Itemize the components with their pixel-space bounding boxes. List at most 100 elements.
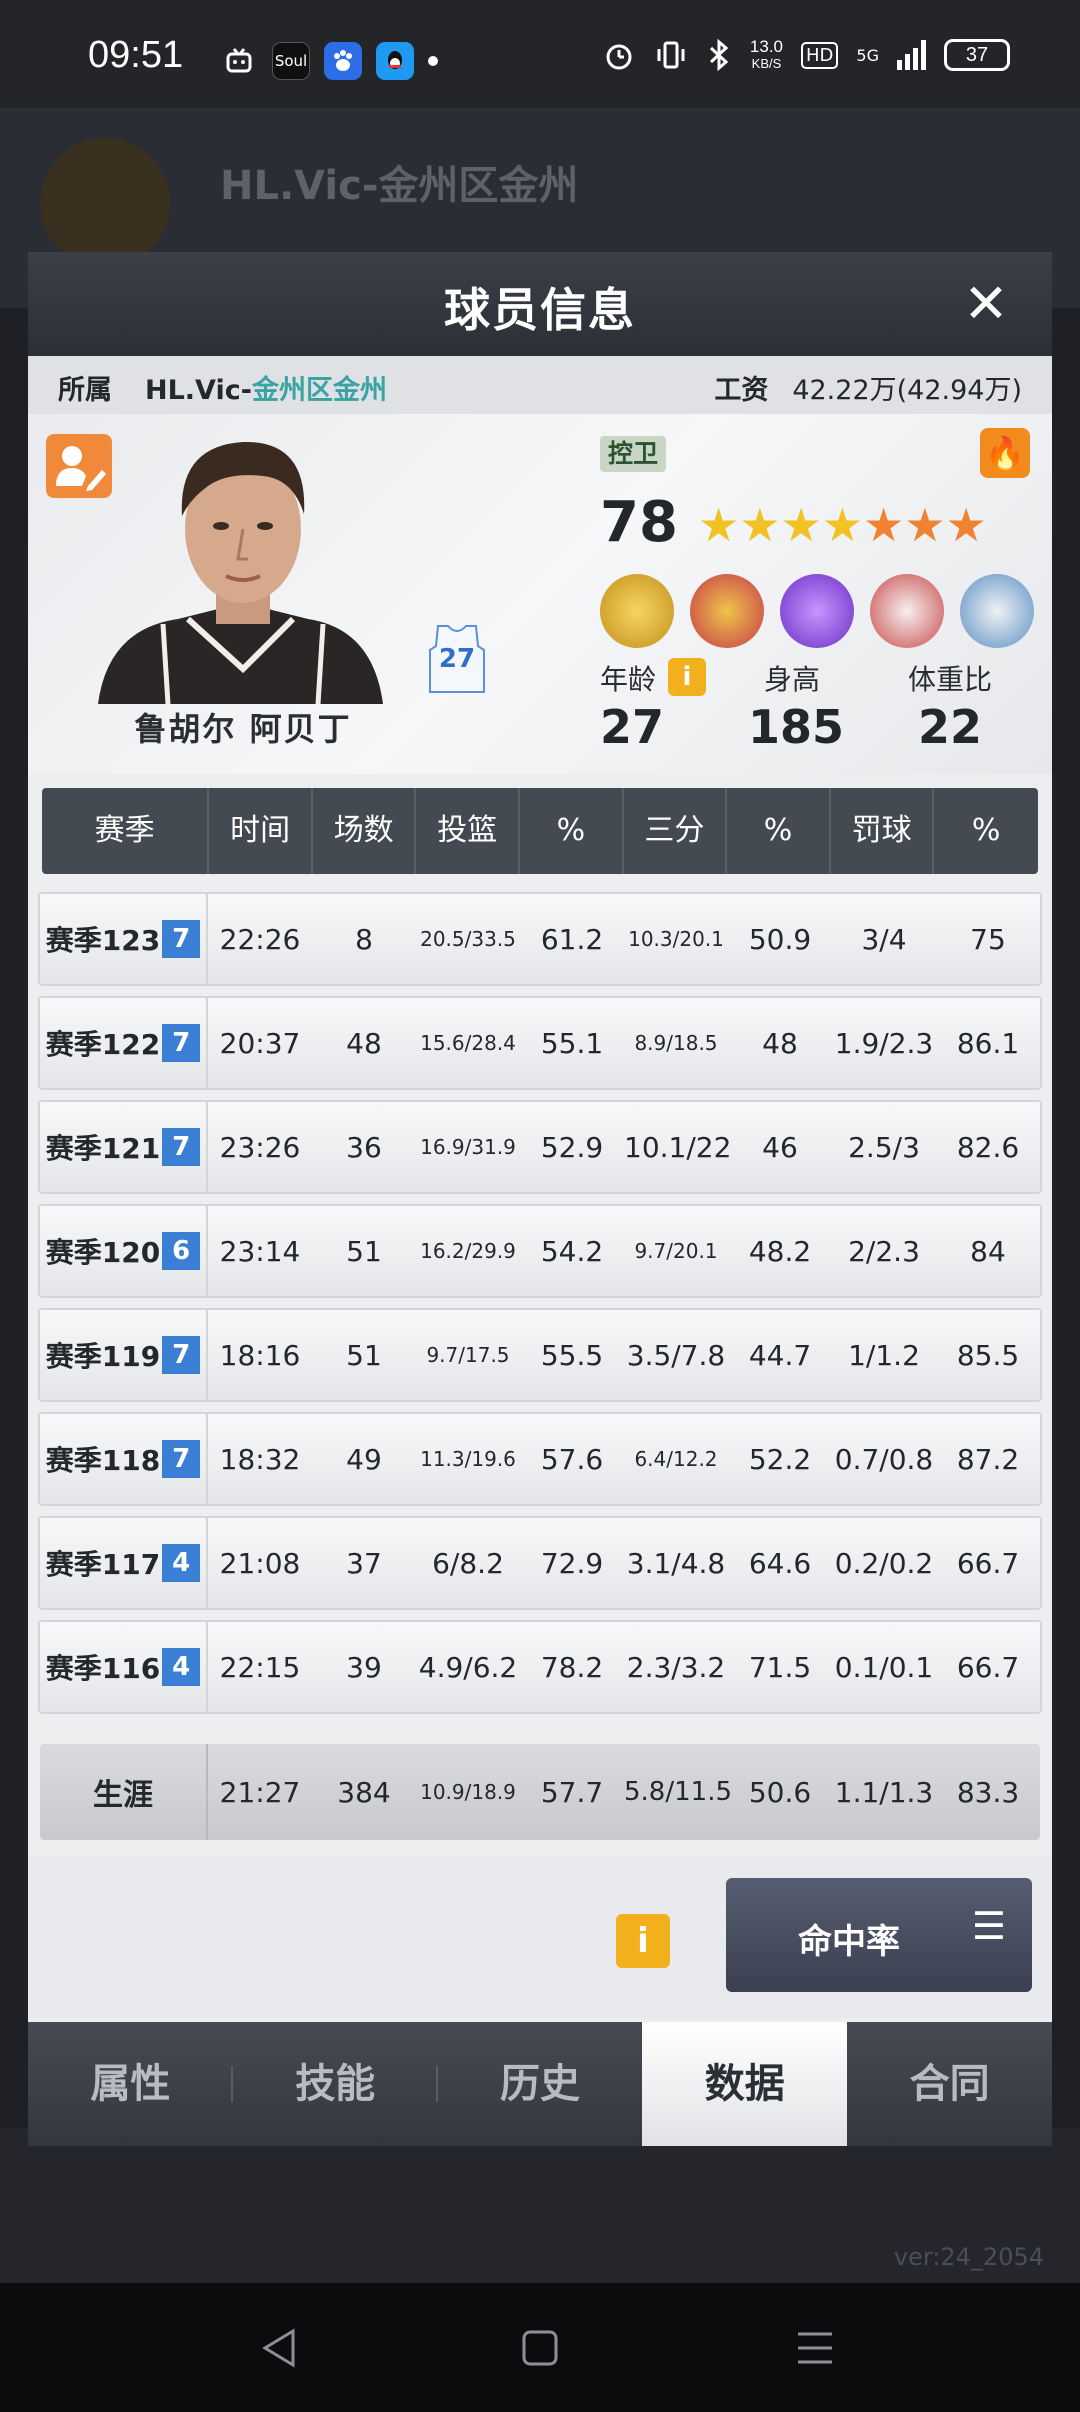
age-label: 年龄: [600, 663, 657, 696]
table-row[interactable]: 赛季117 4 21:08 37 6/8.2 72.9 3.1/4.8 64.6 0.2/0.2…: [38, 1516, 1042, 1610]
speed-badge-icon[interactable]: [780, 574, 854, 648]
header-fg-pct: %: [520, 788, 624, 874]
stats-table-header: 赛季 时间 场数 投篮 % 三分 % 罚球 %: [42, 788, 1038, 874]
table-row[interactable]: 赛季119 7 18:16 51 9.7/17.5 55.5 3.5/7.8 44.7 1/1.…: [38, 1308, 1042, 1402]
star-icon: ★: [904, 498, 946, 552]
career-ft-pct: 83.3: [956, 1775, 1020, 1809]
baidu-app-icon: [324, 42, 362, 80]
tab-skills[interactable]: 技能: [233, 2022, 438, 2146]
version-label: ver:24_2054: [893, 2243, 1044, 2271]
cell-ft-pct: 66.7: [956, 1650, 1020, 1684]
cell-fg: 11.3/19.6: [420, 1447, 516, 1471]
info-icon[interactable]: i: [668, 658, 706, 696]
alarm-icon: [606, 44, 632, 70]
scorer-badge-icon[interactable]: [600, 574, 674, 648]
info-icon[interactable]: i: [616, 1914, 670, 1968]
soul-app-icon: Soul: [272, 42, 310, 80]
modal-title: 球员信息: [444, 283, 636, 337]
cell-fg: 15.6/28.4: [420, 1031, 516, 1055]
table-row[interactable]: 赛季123 7 22:26 8 20.5/33.5 61.2 10.3/20.1 50.9 3/…: [38, 892, 1042, 986]
tab-history[interactable]: 历史: [438, 2022, 643, 2146]
cell-fg: 6/8.2: [432, 1546, 504, 1580]
cell-games: 49: [346, 1442, 382, 1476]
recents-icon[interactable]: [790, 2323, 840, 2373]
season-label: 赛季119: [45, 1340, 161, 1373]
cell-fg-pct: 55.5: [540, 1338, 604, 1372]
career-label: 生涯: [40, 1744, 208, 1840]
season-badge: 7: [162, 1024, 201, 1062]
cell-ft-pct: 85.5: [956, 1338, 1020, 1372]
team-salary-bar: 所属 HL.Vic-金州区金州 工资 42.22万(42.94万): [28, 356, 1052, 414]
season-label: 赛季121: [45, 1132, 161, 1165]
table-row[interactable]: 赛季116 4 22:15 39 4.9/6.2 78.2 2.3/3.2 71.5 0.1/0…: [38, 1620, 1042, 1714]
cell-time: 23:26: [219, 1130, 301, 1164]
season-cell: 赛季117 4: [40, 1518, 208, 1608]
rebound-badge-icon[interactable]: [960, 574, 1034, 648]
background-team-title: HL.Vic-金州区金州: [220, 163, 579, 209]
status-right-icons: 13.0 KB/S HD 5G 37: [602, 38, 1010, 72]
season-badge: 4: [162, 1648, 201, 1686]
season-badge: 7: [162, 1128, 201, 1166]
season-label: 赛季123: [45, 924, 161, 957]
hit-rate-button[interactable]: 命中率 ☰: [726, 1878, 1032, 1992]
fire-icon[interactable]: 🔥: [980, 428, 1030, 478]
signal-bars-icon: [897, 40, 926, 70]
jersey-number: 27: [438, 644, 476, 674]
team-name[interactable]: HL.Vic-金州区金州: [145, 368, 387, 407]
cell-ft: 1/1.2: [848, 1338, 920, 1372]
cell-time: 21:08: [219, 1546, 301, 1580]
star-icon: ★: [945, 498, 987, 552]
season-label: 赛季118: [45, 1444, 161, 1477]
cell-games: 39: [346, 1650, 382, 1684]
home-icon[interactable]: [515, 2323, 565, 2373]
cell-ft: 2/2.3: [848, 1234, 920, 1268]
cell-three-pct: 46: [762, 1130, 798, 1164]
cell-fg-pct: 72.9: [540, 1546, 604, 1580]
header-fg: 投篮: [416, 788, 521, 874]
skill-badges: [600, 574, 1034, 648]
defense-badge-icon[interactable]: [690, 574, 764, 648]
wings-badge-icon[interactable]: [870, 574, 944, 648]
back-icon[interactable]: [255, 2323, 305, 2373]
cell-ft-pct: 82.6: [956, 1130, 1020, 1164]
cell-ft: 1.9/2.3: [834, 1026, 934, 1060]
cell-ft-pct: 84: [970, 1234, 1006, 1268]
status-bar: 09:51 Soul 13.0 KB/S HD 5G 37: [0, 0, 1080, 108]
season-label: 赛季120: [45, 1236, 161, 1269]
jersey-icon: 27: [426, 622, 488, 694]
cell-games: 48: [346, 1026, 382, 1060]
star-icon: ★: [739, 498, 781, 552]
star-icon: ★: [698, 498, 740, 552]
table-row[interactable]: 赛季118 7 18:32 49 11.3/19.6 57.6 6.4/12.2 52.2 0.…: [38, 1412, 1042, 1506]
tab-bar: 属性 技能 历史 数据 合同: [28, 2022, 1052, 2146]
cell-ft: 3/4: [861, 922, 907, 956]
close-icon[interactable]: ✕: [958, 276, 1014, 332]
tab-data[interactable]: 数据: [642, 2022, 848, 2146]
cell-fg-pct: 61.2: [540, 922, 604, 956]
cell-games: 51: [346, 1338, 382, 1372]
header-three-pct: %: [727, 788, 831, 874]
cell-three: 6.4/12.2: [634, 1447, 718, 1471]
cell-ft-pct: 87.2: [956, 1442, 1020, 1476]
cell-games: 36: [346, 1130, 382, 1164]
cell-three-pct: 64.6: [748, 1546, 812, 1580]
cell-fg: 20.5/33.5: [420, 927, 516, 951]
star-icon: ★: [863, 498, 905, 552]
tab-attributes[interactable]: 属性: [28, 2022, 233, 2146]
cell-ft: 0.2/0.2: [834, 1546, 934, 1580]
season-badge: 7: [162, 920, 201, 958]
menu-icon: ☰: [971, 1904, 1006, 1948]
bmi-value: 22: [918, 700, 983, 754]
cell-three: 10.1/22: [624, 1130, 732, 1164]
season-badge: 7: [162, 1336, 201, 1374]
header-ft-pct: %: [971, 813, 1001, 848]
tab-contract[interactable]: 合同: [847, 2022, 1052, 2146]
table-row[interactable]: 赛季121 7 23:26 36 16.9/31.9 52.9 10.1/22 46 2.5/3…: [38, 1100, 1042, 1194]
cell-time: 22:26: [219, 922, 301, 956]
table-row[interactable]: 赛季122 7 20:37 48 15.6/28.4 55.1 8.9/18.5 48 1.9/…: [38, 996, 1042, 1090]
player-name: 鲁胡尔 阿贝丁: [134, 710, 352, 748]
season-badge: 7: [162, 1440, 201, 1478]
table-row[interactable]: 赛季120 6 23:14 51 16.2/29.9 54.2 9.7/20.1 48.2 2/…: [38, 1204, 1042, 1298]
cell-three-pct: 52.2: [748, 1442, 812, 1476]
vibrate-icon: [657, 41, 685, 69]
